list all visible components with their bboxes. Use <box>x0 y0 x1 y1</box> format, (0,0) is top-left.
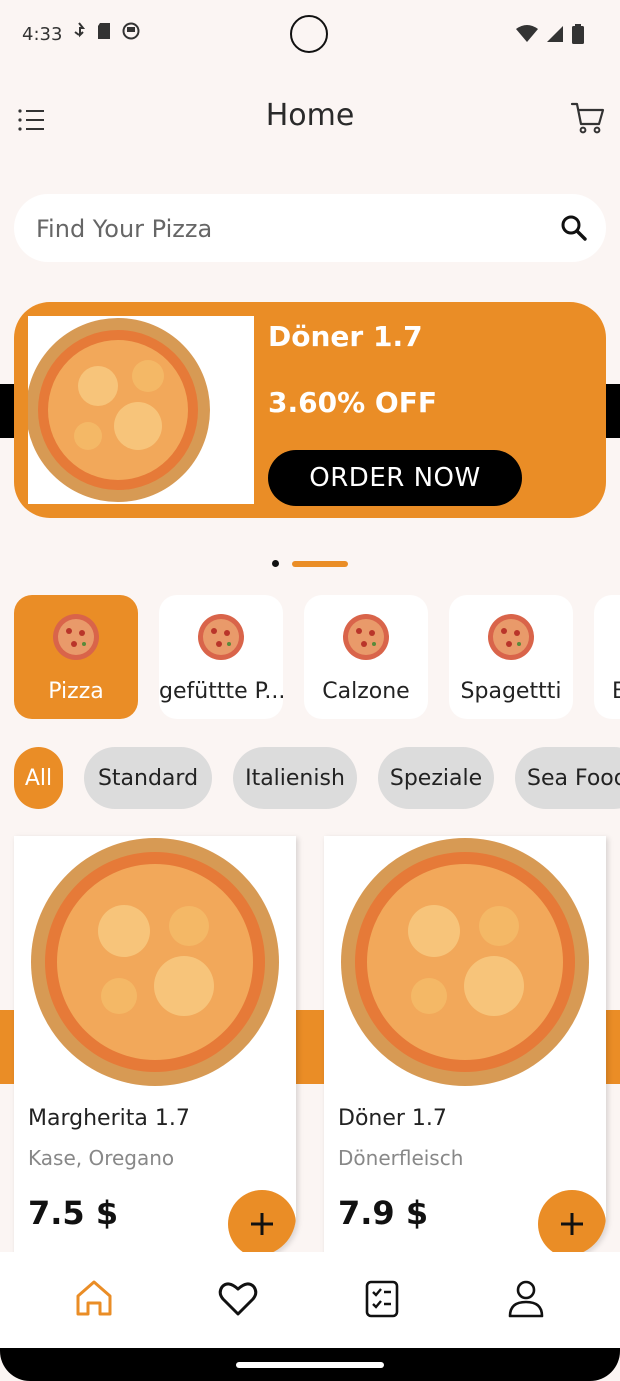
plus-icon <box>251 1213 273 1235</box>
product-name: Döner 1.7 <box>338 1106 447 1131</box>
search-input[interactable] <box>34 194 518 264</box>
pizza-icon <box>487 613 535 661</box>
promo-discount: 3.60% OFF <box>268 386 437 419</box>
heart-icon[interactable] <box>216 1276 260 1320</box>
category-spagetti[interactable]: Spagettti <box>449 595 573 719</box>
sd-card-icon <box>96 22 112 44</box>
chip-speziale[interactable]: Speziale <box>378 747 494 809</box>
category-list: Pizza gefüttte P... Calzone Spagettti B <box>14 595 620 719</box>
add-to-cart-button[interactable] <box>228 1190 296 1256</box>
product-description: Kase, Oregano <box>28 1146 175 1170</box>
search-bar <box>14 194 606 264</box>
chip-italienish[interactable]: Italienish <box>233 747 357 809</box>
category-more[interactable]: B <box>594 595 620 719</box>
pizza-icon <box>52 613 100 661</box>
promo-pizza-image <box>26 316 254 504</box>
status-time: 4:33 <box>22 24 63 45</box>
carousel-dot[interactable] <box>272 560 279 567</box>
plus-icon <box>561 1213 583 1235</box>
category-gefuellte-pizza[interactable]: gefüttte P... <box>159 595 283 719</box>
category-label: B <box>612 679 620 704</box>
bottom-navigation <box>0 1252 620 1348</box>
status-system-icons <box>516 24 584 48</box>
carousel-dot-active[interactable] <box>292 561 348 567</box>
app-notification-icon <box>122 22 140 44</box>
product-price: 7.9 $ <box>338 1194 429 1232</box>
page-title: Home <box>265 98 355 133</box>
promo-banner[interactable]: Döner 1.7 3.60% OFF ORDER NOW <box>14 302 606 518</box>
product-image <box>24 836 286 1088</box>
orders-icon[interactable] <box>360 1276 404 1320</box>
add-to-cart-button[interactable] <box>538 1190 606 1256</box>
category-label: Pizza <box>48 679 104 704</box>
home-gesture-indicator[interactable] <box>236 1362 384 1368</box>
profile-icon[interactable] <box>504 1276 548 1320</box>
chip-all[interactable]: All <box>14 747 63 809</box>
filter-chips: All Standard Italienish Speziale Sea Foo… <box>14 747 620 809</box>
pizza-icon <box>197 613 245 661</box>
order-now-button[interactable]: ORDER NOW <box>268 450 522 506</box>
system-navigation-bar <box>0 1348 620 1381</box>
product-name: Margherita 1.7 <box>28 1106 190 1131</box>
front-camera <box>290 15 328 53</box>
promo-title: Döner 1.7 <box>268 320 423 353</box>
wifi-icon <box>516 25 538 47</box>
signal-icon <box>546 25 564 47</box>
status-notifications <box>72 22 140 44</box>
category-calzone[interactable]: Calzone <box>304 595 428 719</box>
category-label: gefüttte P... <box>159 679 283 704</box>
home-icon[interactable] <box>72 1276 116 1320</box>
category-pizza[interactable]: Pizza <box>14 595 138 719</box>
app-header: Home <box>0 92 620 148</box>
product-image <box>334 836 596 1088</box>
chip-standard[interactable]: Standard <box>84 747 212 809</box>
usb-debug-icon <box>72 22 86 44</box>
product-card[interactable]: Margherita 1.7 Kase, Oregano 7.5 $ <box>14 836 296 1256</box>
battery-icon <box>572 24 584 48</box>
status-bar: 4:33 <box>0 0 620 70</box>
category-label: Spagettti <box>460 679 562 704</box>
product-card[interactable]: Döner 1.7 Dönerfleisch 7.9 $ <box>324 836 606 1256</box>
chip-sea-food[interactable]: Sea Food <box>515 747 620 809</box>
category-label: Calzone <box>322 679 410 704</box>
search-icon[interactable] <box>560 214 588 242</box>
pizza-icon <box>342 613 390 661</box>
product-price: 7.5 $ <box>28 1194 119 1232</box>
product-description: Dönerfleisch <box>338 1146 464 1170</box>
cart-icon[interactable] <box>570 100 606 136</box>
